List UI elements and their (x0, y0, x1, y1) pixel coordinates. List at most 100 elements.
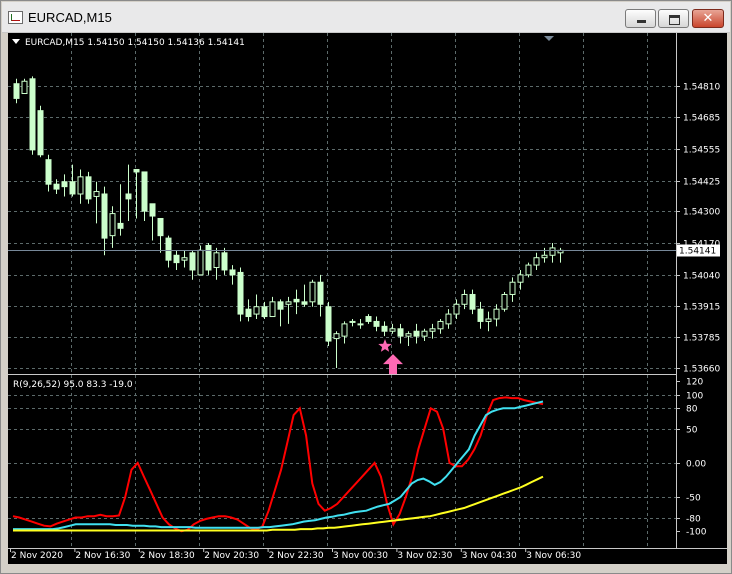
candle-body (429, 328, 436, 332)
candle-body (189, 252, 196, 271)
candle-body (13, 83, 20, 99)
chart-header-text: EURCAD,M15 1.54150 1.54150 1.54136 1.541… (25, 38, 245, 48)
candle-body (261, 306, 268, 318)
candle (85, 171, 92, 204)
candle-body (413, 330, 420, 337)
candle-body (205, 244, 212, 271)
candle (349, 318, 356, 327)
candle-body (341, 323, 348, 337)
candle-body (533, 257, 540, 266)
price-tick-label: 1.54810 (683, 83, 720, 93)
candle-body (29, 78, 36, 151)
candle-body (349, 320, 356, 323)
candle (477, 301, 484, 329)
candle-body (253, 306, 260, 315)
price-tick-label: 1.54555 (683, 146, 720, 156)
candle-body (157, 218, 164, 237)
candle-body (541, 254, 548, 259)
candle (469, 289, 476, 315)
candle-body (285, 301, 292, 305)
price-tick-label: 1.54685 (683, 114, 720, 124)
window-title: EURCAD,M15 (28, 10, 112, 25)
candle-body (453, 303, 460, 315)
candle (293, 289, 300, 315)
candle-body (381, 325, 388, 332)
shift-marker-icon[interactable] (544, 36, 554, 41)
maximize-button[interactable] (658, 9, 689, 28)
candle (245, 299, 252, 322)
price-tick-label: 1.54040 (683, 272, 720, 282)
candle-body (173, 254, 180, 264)
chart-canvas: 1.54810 1.54685 1.54555 1.54425 1.54300 1.541… (8, 33, 727, 561)
price-grid (8, 33, 676, 374)
triangle-down-icon[interactable] (12, 39, 20, 44)
price-tick-label: 1.53915 (683, 303, 720, 313)
candle-body (517, 274, 524, 283)
candle (485, 311, 492, 332)
candle (549, 243, 556, 263)
candle-body (405, 333, 412, 337)
candle (373, 316, 380, 332)
candle (389, 323, 396, 334)
candle-body (461, 293, 468, 305)
candle-body (301, 301, 308, 305)
candle-body (117, 222, 124, 229)
candle (285, 296, 292, 324)
candle-body (101, 193, 108, 239)
yellow-line (13, 475, 544, 532)
candle-body (269, 301, 276, 318)
time-tick-label: 2 Nov 16:30 (75, 551, 130, 561)
minimize-icon (637, 20, 646, 23)
candle-body (221, 252, 228, 271)
candle (261, 301, 268, 319)
candle-body (229, 269, 236, 276)
indicator-tick-label: 120 (686, 378, 703, 388)
candle-body (309, 281, 316, 303)
candle (45, 154, 52, 192)
title-bar[interactable]: EURCAD,M15 ✕ (2, 2, 730, 33)
indicator-tick-label: 0.00 (686, 460, 706, 470)
candle-body (149, 203, 156, 217)
arrow-up-icon (383, 354, 403, 375)
time-tick-label: 3 Nov 00:30 (333, 551, 388, 561)
candle-body (293, 298, 300, 303)
candle (453, 299, 460, 319)
chart-area[interactable]: 1.54810 1.54685 1.54555 1.54425 1.54300 1.541… (8, 33, 727, 564)
candle (437, 318, 444, 334)
candle (13, 78, 20, 104)
candle-body (549, 247, 556, 256)
candle-body (365, 316, 372, 322)
candle-body (133, 168, 140, 173)
candle (429, 323, 436, 339)
candle-body (421, 330, 428, 337)
candle (157, 218, 164, 253)
candle (37, 105, 44, 158)
time-tick-label: 3 Nov 06:30 (526, 551, 581, 561)
indicator-tick-label: -100 (686, 528, 707, 538)
candle-body (109, 213, 116, 237)
candle-body (485, 318, 492, 322)
time-scale: 2 Nov 2020 2 Nov 16:30 2 Nov 18:30 2 Nov 20… (10, 548, 581, 561)
candle (213, 247, 220, 280)
candle (445, 309, 452, 329)
current-price-text: 1.54141 (679, 247, 716, 257)
candle-body (389, 328, 396, 332)
candle-body (181, 257, 188, 261)
minimize-button[interactable] (625, 9, 656, 28)
candle-body (61, 181, 68, 188)
candle (117, 184, 124, 236)
candle-body (37, 110, 44, 156)
candle-body (69, 181, 76, 195)
indicator-scale: 120 100 80 50 0.00 -50 -80 -100 (676, 378, 707, 538)
candle (205, 243, 212, 275)
price-tick-label: 1.53660 (683, 365, 720, 375)
candle (333, 331, 340, 368)
candle-body (509, 281, 516, 295)
close-button[interactable]: ✕ (692, 9, 724, 28)
candle (533, 252, 540, 270)
candle-body (317, 281, 324, 305)
chart-window: EURCAD,M15 ✕ 1.54810 1.54685 1.54555 1.5442… (0, 0, 732, 574)
candle (341, 321, 348, 344)
candle-body (85, 176, 92, 200)
candle (357, 318, 364, 329)
